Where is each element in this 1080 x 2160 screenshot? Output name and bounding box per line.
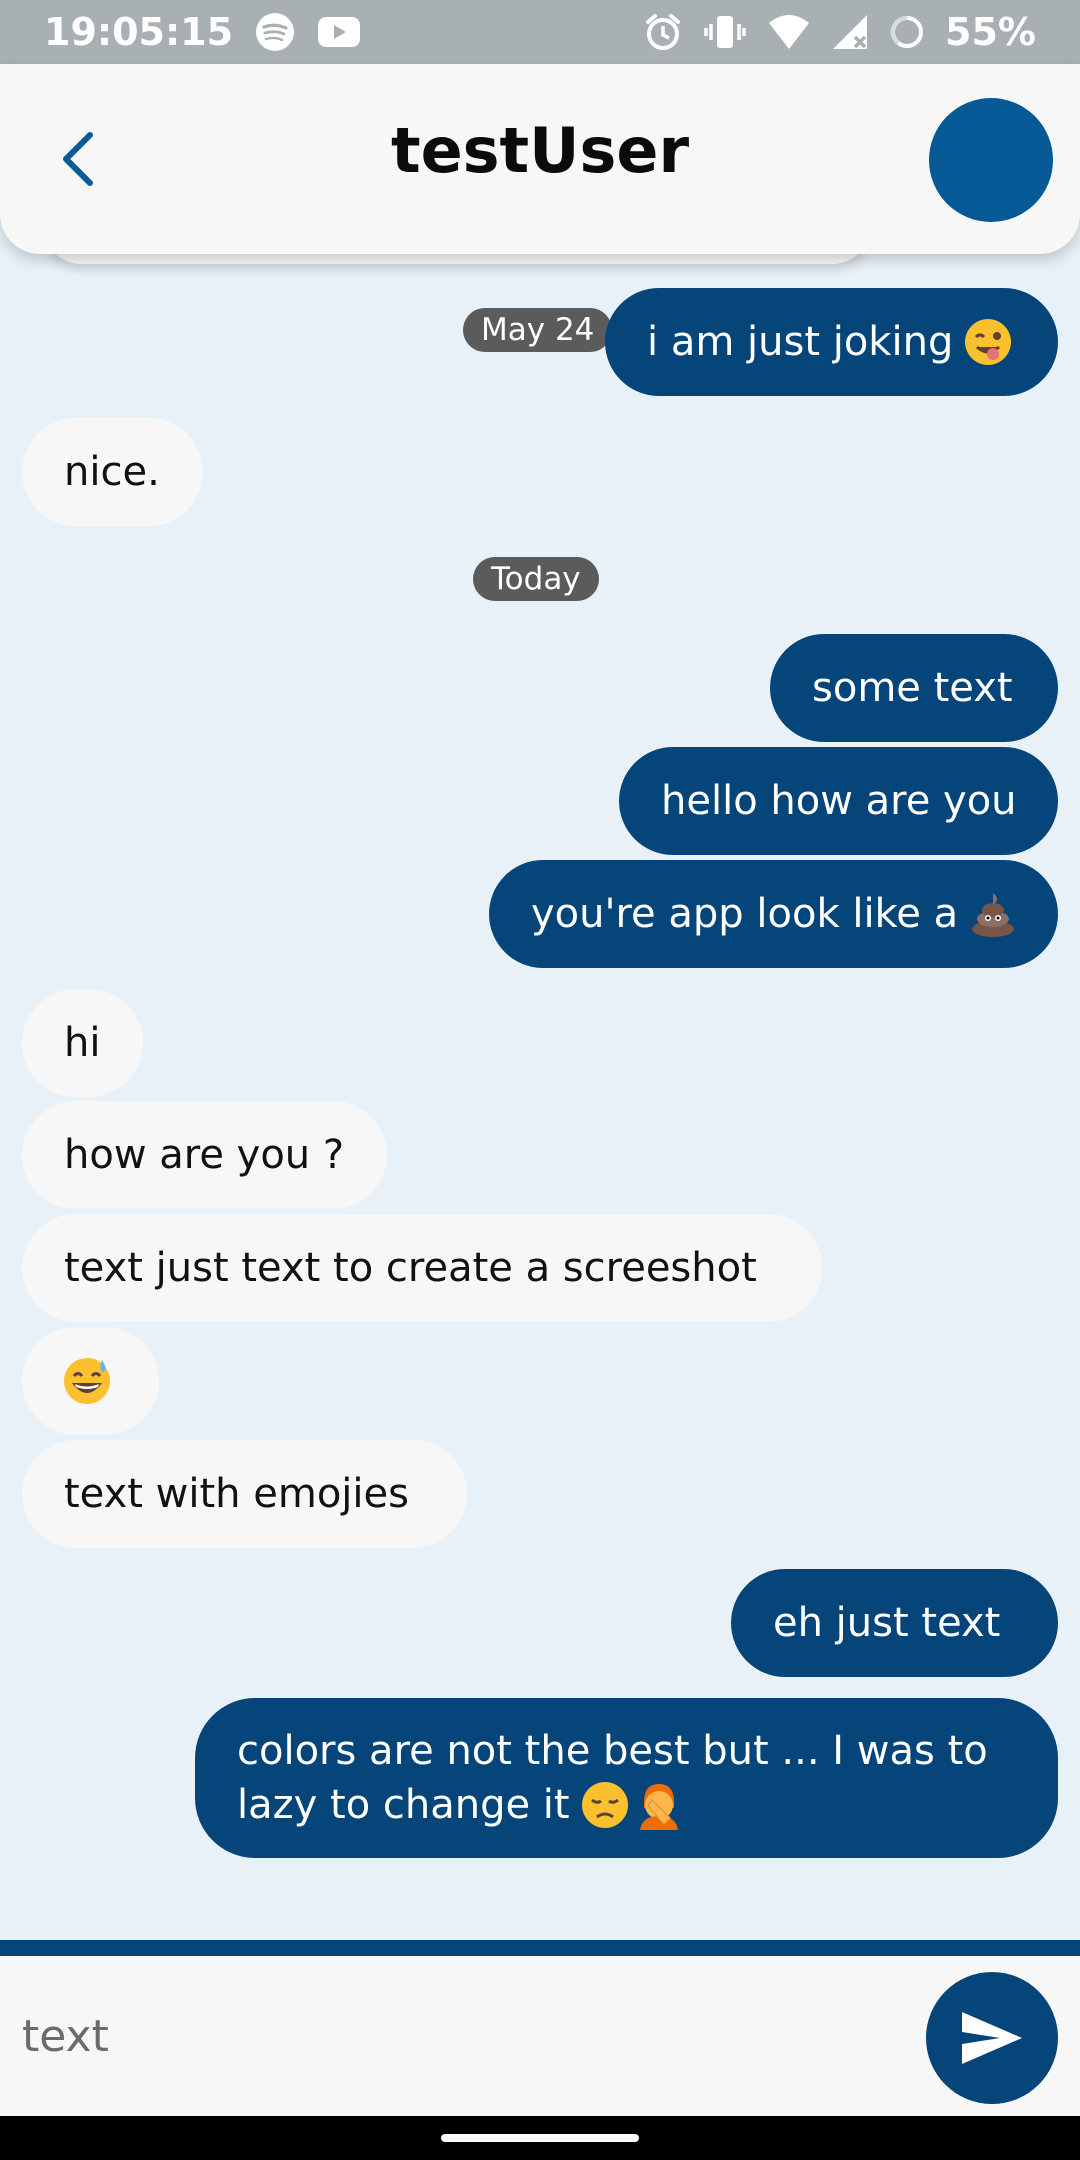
wifi-icon [767, 13, 811, 51]
home-handle[interactable] [441, 2134, 639, 2142]
message-text-line: lazy to change it [237, 1782, 570, 1828]
disappointed-emoji-icon [580, 1780, 630, 1830]
send-icon [962, 2012, 1022, 2064]
winking-tongue-emoji-icon [963, 317, 1013, 367]
message-incoming[interactable] [22, 1327, 159, 1435]
message-text: you're app look like a [531, 891, 959, 937]
message-outgoing[interactable]: eh just text [731, 1569, 1058, 1677]
date-chip: May 24 [463, 308, 613, 352]
chat-title: testUser [390, 114, 690, 187]
message-text: some text [812, 665, 1013, 711]
battery-level: 55% [945, 10, 1036, 54]
system-nav-bar [0, 2116, 1080, 2160]
message-text: hi [64, 1020, 101, 1066]
message-text: nice. [64, 449, 160, 495]
facepalm-emoji-icon [634, 1780, 684, 1830]
message-outgoing[interactable]: some text [770, 634, 1058, 742]
message-incoming[interactable]: how are you ? [22, 1101, 387, 1209]
message-text: text with emojies [64, 1471, 409, 1517]
message-outgoing[interactable]: hello how are you [619, 747, 1058, 855]
youtube-icon [317, 15, 361, 49]
status-time: 19:05:15 [44, 10, 234, 54]
vibrate-icon [703, 12, 747, 52]
message-input[interactable] [22, 1996, 882, 2076]
message-incoming[interactable]: text with emojies [22, 1440, 467, 1548]
chat-header: testUser [0, 64, 1080, 254]
alarm-icon [643, 12, 683, 52]
message-composer [0, 1956, 1080, 2116]
message-incoming[interactable]: nice. [22, 418, 203, 526]
message-text-line: colors are not the best but ... I was to [237, 1728, 988, 1774]
date-chip: Today [473, 557, 599, 601]
spotify-icon [255, 12, 295, 52]
message-text: hello how are you [661, 778, 1017, 824]
message-incoming[interactable]: hi [22, 989, 143, 1097]
composer-divider [0, 1940, 1080, 1956]
message-outgoing[interactable]: colors are not the best but ... I was to… [195, 1698, 1058, 1858]
grinning-sweat-emoji-icon [62, 1356, 112, 1406]
avatar[interactable] [929, 98, 1053, 222]
message-outgoing[interactable]: you're app look like a [489, 860, 1058, 968]
send-button[interactable] [926, 1972, 1058, 2104]
message-text: text just text to create a screeshot [64, 1245, 757, 1291]
poop-emoji-icon [968, 889, 1018, 939]
message-text: eh just text [773, 1600, 1001, 1646]
message-text: i am just joking [647, 319, 954, 365]
message-outgoing[interactable]: i am just joking [605, 288, 1058, 396]
message-text: how are you ? [64, 1132, 345, 1178]
message-incoming[interactable]: text just text to create a screeshot [22, 1214, 822, 1322]
signal-icon [831, 13, 869, 51]
status-bar: 19:05:15 55% [0, 0, 1080, 64]
battery-icon [889, 14, 925, 50]
